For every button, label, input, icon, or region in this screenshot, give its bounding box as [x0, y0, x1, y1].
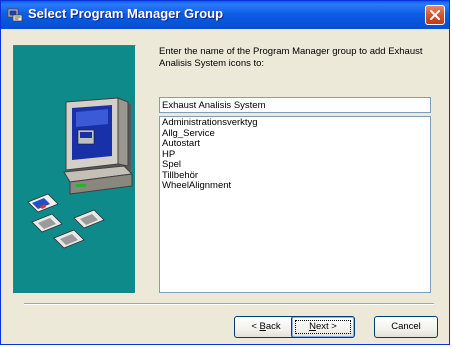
group-name-field[interactable]	[159, 97, 431, 113]
list-item[interactable]: Autostart	[162, 138, 428, 150]
cancel-button[interactable]: Cancel	[374, 316, 438, 338]
next-button-label: Next >	[309, 321, 337, 332]
disk-icon	[53, 229, 85, 249]
close-icon	[430, 10, 440, 20]
computer-icon	[63, 97, 134, 195]
instruction-text: Enter the name of the Program Manager gr…	[159, 46, 423, 69]
disk-icon	[31, 213, 63, 233]
window-title: Select Program Manager Group	[28, 6, 224, 21]
list-item[interactable]: Allg_Service	[162, 128, 428, 140]
button-separator	[24, 303, 434, 305]
back-button[interactable]: < Back	[234, 316, 298, 338]
setup-app-icon	[7, 6, 23, 22]
close-button[interactable]	[425, 5, 445, 25]
list-item[interactable]: Spel	[162, 159, 428, 171]
group-list[interactable]: Administrationsverktyg Allg_Service Auto…	[159, 116, 431, 293]
setup-dialog: Select Program Manager Group Enter the n…	[0, 0, 450, 345]
list-item[interactable]: WheelAlignment	[162, 180, 428, 192]
title-bar[interactable]: Select Program Manager Group	[1, 1, 449, 29]
next-button[interactable]: Next >	[291, 316, 355, 338]
back-button-label: < Back	[251, 321, 281, 332]
disk-icon	[27, 193, 59, 213]
disk-icon	[73, 209, 105, 229]
list-item[interactable]: Administrationsverktyg	[162, 117, 428, 129]
cancel-button-label: Cancel	[391, 321, 421, 332]
installer-illustration	[13, 45, 136, 294]
computer-installer-illustration	[27, 97, 134, 249]
list-item[interactable]: HP	[162, 149, 428, 161]
